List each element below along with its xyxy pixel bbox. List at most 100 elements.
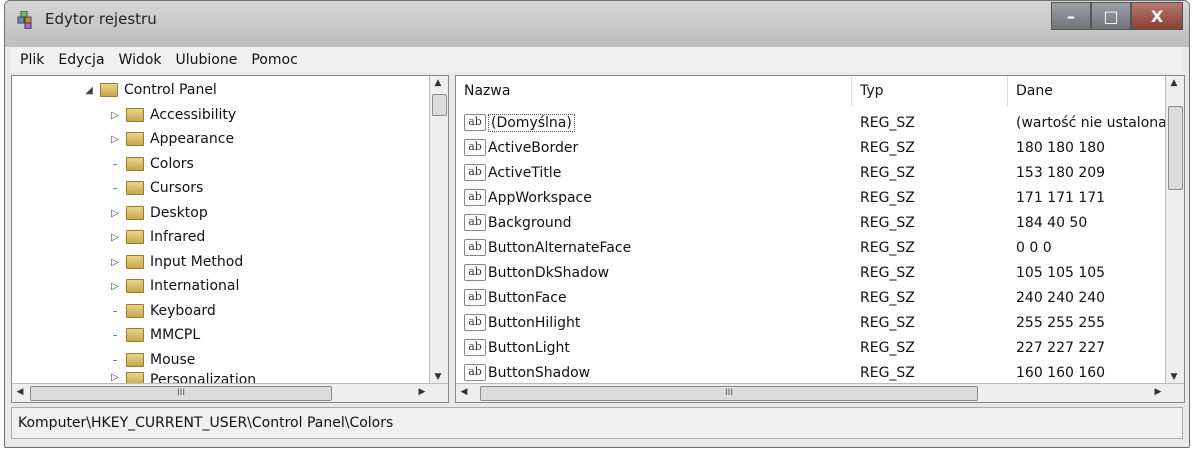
expand-arrow-icon[interactable]: ▷	[108, 281, 122, 292]
string-value-icon: ab	[464, 114, 486, 131]
minimize-button[interactable]: –	[1051, 2, 1091, 30]
scroll-up-arrow-icon[interactable]: ▲	[1166, 78, 1182, 88]
tree-vertical-scrollbar[interactable]: ▲ ▼	[429, 76, 448, 384]
expand-arrow-icon[interactable]: ▷	[108, 110, 122, 121]
value-name: (Domyślna)	[488, 113, 575, 132]
string-value-icon: ab	[464, 264, 486, 281]
string-value-icon: ab	[464, 339, 486, 356]
folder-icon	[126, 279, 144, 293]
expand-arrow-icon[interactable]: ▷	[108, 134, 122, 145]
value-name-cell: ab ButtonLight	[464, 335, 852, 360]
value-row[interactable]: ab ButtonLight REG_SZ 227 227 227	[456, 335, 1166, 360]
tree-horizontal-scrollbar[interactable]: ◀ III ▶	[12, 383, 448, 402]
close-button[interactable]: X	[1131, 2, 1183, 30]
column-header-name[interactable]: Nazwa	[456, 76, 852, 106]
folder-icon	[126, 108, 144, 122]
tree-node-keyboard[interactable]: – Keyboard	[108, 299, 216, 323]
expand-arrow-icon[interactable]: ▷	[108, 372, 122, 383]
menu-pomoc[interactable]: Pomoc	[244, 52, 304, 68]
tree-node-label: Colors	[150, 156, 194, 172]
value-data: 255 255 255	[1016, 314, 1106, 331]
string-value-icon: ab	[464, 139, 486, 156]
collapse-arrow-icon[interactable]: ◢	[82, 85, 96, 96]
scroll-left-arrow-icon[interactable]: ◀	[456, 387, 472, 397]
tree-node-label: Desktop	[150, 205, 208, 221]
value-row[interactable]: ab Background REG_SZ 184 40 50	[456, 210, 1166, 235]
tree-node-mouse[interactable]: – Mouse	[108, 348, 196, 372]
scroll-thumb[interactable]	[1168, 106, 1183, 190]
expand-arrow-icon[interactable]: ▷	[108, 232, 122, 243]
values-horizontal-scrollbar[interactable]: ◀ III ▶	[456, 383, 1184, 402]
expand-arrow-icon[interactable]: ▷	[108, 208, 122, 219]
value-row[interactable]: ab ActiveTitle REG_SZ 153 180 209	[456, 160, 1166, 185]
value-row[interactable]: ab ButtonShadow REG_SZ 160 160 160	[456, 360, 1166, 385]
scroll-left-arrow-icon[interactable]: ◀	[12, 387, 28, 397]
tree-node-label: Infrared	[150, 229, 206, 245]
tree-node-label: Keyboard	[150, 303, 216, 319]
registry-tree-pane[interactable]: ◢ Control Panel ▷ Accessibility ▷ Appear…	[11, 75, 449, 403]
tree-node-label: Accessibility	[150, 107, 237, 123]
registry-editor-window: Edytor rejestru – □ X Plik Edycja Widok …	[4, 0, 1190, 448]
value-type: REG_SZ	[860, 364, 915, 381]
value-name: AppWorkspace	[488, 189, 592, 206]
tree-node-appearance[interactable]: ▷ Appearance	[108, 127, 234, 151]
folder-icon	[126, 304, 144, 318]
scroll-down-arrow-icon[interactable]: ▼	[430, 372, 446, 382]
registry-editor-icon	[17, 11, 32, 29]
scroll-right-arrow-icon[interactable]: ▶	[414, 387, 430, 397]
value-row[interactable]: ab ButtonDkShadow REG_SZ 105 105 105	[456, 260, 1166, 285]
column-header-type[interactable]: Typ	[852, 76, 1008, 106]
value-name: Background	[488, 214, 572, 231]
column-header-data[interactable]: Dane	[1008, 76, 1168, 106]
value-row[interactable]: ab ButtonAlternateFace REG_SZ 0 0 0	[456, 235, 1166, 260]
tree-node-cursors[interactable]: – Cursors	[108, 176, 204, 200]
scroll-up-arrow-icon[interactable]: ▲	[430, 78, 446, 88]
value-name: ButtonDkShadow	[488, 264, 610, 281]
value-row[interactable]: ab ButtonFace REG_SZ 240 240 240	[456, 285, 1166, 310]
tree-node-desktop[interactable]: ▷ Desktop	[108, 201, 208, 225]
folder-icon	[126, 328, 144, 342]
values-vertical-scrollbar[interactable]: ▲ ▼	[1165, 76, 1184, 384]
scroll-thumb[interactable]: III	[30, 386, 332, 401]
value-data: (wartość nie ustalona)	[1016, 114, 1166, 131]
value-row[interactable]: ab ActiveBorder REG_SZ 180 180 180	[456, 135, 1166, 160]
value-data: 180 180 180	[1016, 139, 1106, 156]
value-data: 160 160 160	[1016, 364, 1106, 381]
value-name-cell: ab ActiveBorder	[464, 135, 852, 160]
tree-line-icon: –	[112, 354, 118, 366]
scroll-thumb[interactable]	[432, 94, 447, 116]
scroll-thumb[interactable]: III	[480, 386, 978, 401]
scroll-down-arrow-icon[interactable]: ▼	[1166, 372, 1182, 382]
value-type: REG_SZ	[860, 339, 915, 356]
value-row[interactable]: ab AppWorkspace REG_SZ 171 171 171	[456, 185, 1166, 210]
tree-node-mmcpl[interactable]: – MMCPL	[108, 323, 201, 347]
menu-edycja[interactable]: Edycja	[51, 52, 111, 68]
value-type: REG_SZ	[860, 214, 915, 231]
registry-values-pane[interactable]: Nazwa Typ Dane ab (Domyślna) REG_SZ (wartoś…	[455, 75, 1185, 403]
string-value-icon: ab	[464, 214, 486, 231]
value-name: ButtonHilight	[488, 314, 581, 331]
expand-arrow-icon[interactable]: ▷	[108, 257, 122, 268]
tree-node-international[interactable]: ▷ International	[108, 274, 239, 298]
tree-node-infrared[interactable]: ▷ Infrared	[108, 225, 205, 249]
string-value-icon: ab	[464, 189, 486, 206]
value-row[interactable]: ab ButtonHilight REG_SZ 255 255 255	[456, 310, 1166, 335]
menu-ulubione[interactable]: Ulubione	[169, 52, 245, 68]
maximize-button[interactable]: □	[1091, 2, 1131, 30]
tree-node-label: Control Panel	[124, 82, 217, 98]
tree-node-control-panel[interactable]: ◢ Control Panel	[82, 78, 217, 102]
tree-node-label: MMCPL	[150, 327, 201, 343]
title-bar[interactable]: Edytor rejestru – □ X	[5, 1, 1189, 47]
value-name-cell: ab ButtonShadow	[464, 360, 852, 385]
scroll-right-arrow-icon[interactable]: ▶	[1150, 387, 1166, 397]
tree-node-colors[interactable]: – Colors	[108, 152, 194, 176]
folder-icon	[126, 353, 144, 367]
value-row[interactable]: ab (Domyślna) REG_SZ (wartość nie ustalona)	[456, 110, 1166, 135]
tree-node-input-method[interactable]: ▷ Input Method	[108, 250, 243, 274]
menu-widok[interactable]: Widok	[112, 52, 169, 68]
menu-plik[interactable]: Plik	[13, 52, 51, 68]
tree-node-accessibility[interactable]: ▷ Accessibility	[108, 103, 236, 127]
value-data: 171 171 171	[1016, 189, 1106, 206]
tree-line-icon: –	[112, 329, 118, 341]
value-name-cell: ab ActiveTitle	[464, 160, 852, 185]
